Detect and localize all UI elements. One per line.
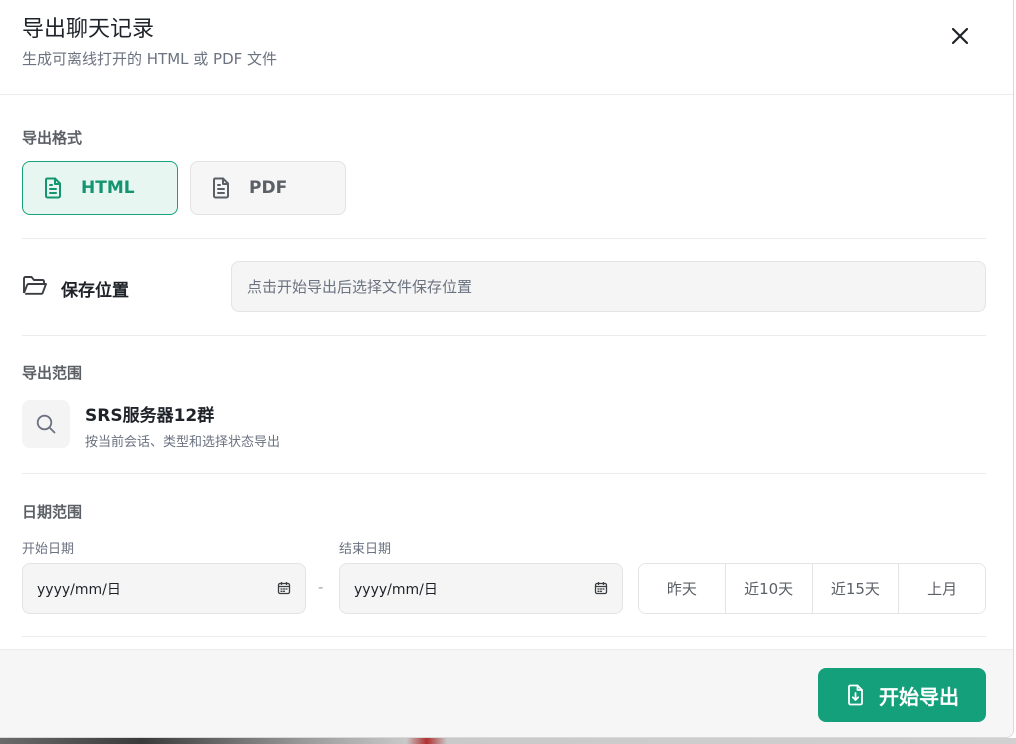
end-date-value: yyyy/mm/日 — [354, 581, 438, 598]
start-date-label: 开始日期 — [22, 542, 75, 557]
dialog-title: 导出聊天记录 — [22, 17, 155, 42]
end-date-input[interactable]: yyyy/mm/日 — [339, 563, 623, 614]
folder-open-icon — [22, 274, 48, 298]
calendar-icon[interactable] — [277, 581, 291, 595]
file-download-icon — [845, 684, 867, 706]
scope-icon-box — [22, 400, 70, 448]
quick-range-10-days[interactable]: 近10天 — [725, 564, 813, 613]
start-date-value: yyyy/mm/日 — [37, 581, 121, 598]
scope-section-label: 导出范围 — [22, 364, 83, 382]
dialog-footer: 开始导出 — [0, 649, 1013, 737]
format-section-label: 导出格式 — [22, 129, 83, 147]
divider — [22, 473, 986, 474]
save-location-label: 保存位置 — [61, 281, 129, 301]
file-text-icon — [209, 176, 233, 200]
quick-range-last-month[interactable]: 上月 — [899, 564, 985, 613]
start-export-label: 开始导出 — [879, 684, 959, 709]
format-html-button[interactable]: HTML — [22, 161, 178, 215]
scope-description: 按当前会话、类型和选择状态导出 — [85, 435, 281, 450]
format-pdf-button[interactable]: PDF — [190, 161, 346, 215]
close-button[interactable] — [940, 16, 980, 56]
file-text-icon — [41, 176, 65, 200]
date-separator: - — [318, 578, 324, 596]
scope-conversation-name: SRS服务器12群 — [85, 406, 215, 426]
export-dialog: 导出聊天记录 生成可离线打开的 HTML 或 PDF 文件 导出格式 HTML — [0, 0, 1014, 738]
divider — [22, 335, 986, 336]
close-icon — [951, 27, 969, 45]
search-icon — [36, 414, 56, 434]
background-window-edge — [0, 738, 1016, 744]
quick-range-yesterday[interactable]: 昨天 — [639, 564, 726, 613]
divider — [22, 636, 986, 637]
start-export-button[interactable]: 开始导出 — [818, 668, 986, 722]
date-range-section-label: 日期范围 — [22, 503, 83, 521]
quick-range-group: 昨天 近10天 近15天 上月 — [638, 563, 986, 614]
end-date-label: 结束日期 — [339, 542, 392, 557]
format-pdf-label: PDF — [249, 178, 288, 198]
format-html-label: HTML — [81, 178, 135, 198]
start-date-input[interactable]: yyyy/mm/日 — [22, 563, 306, 614]
calendar-icon[interactable] — [594, 581, 608, 595]
divider — [22, 238, 986, 239]
dialog-subtitle: 生成可离线打开的 HTML 或 PDF 文件 — [22, 50, 278, 68]
quick-range-15-days[interactable]: 近15天 — [812, 564, 900, 613]
save-location-field[interactable]: 点击开始导出后选择文件保存位置 — [231, 261, 986, 312]
dialog-header: 导出聊天记录 生成可离线打开的 HTML 或 PDF 文件 — [0, 0, 1013, 95]
